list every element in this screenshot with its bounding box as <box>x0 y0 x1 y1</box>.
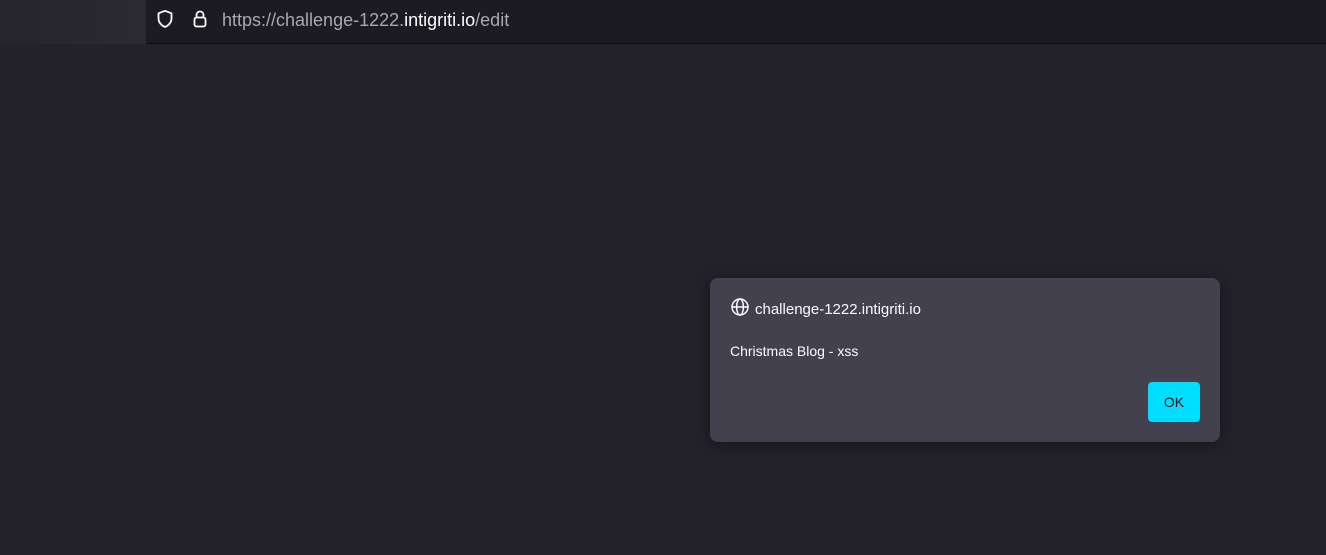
lock-icon[interactable] <box>190 9 210 29</box>
dialog-message: Christmas Blog - xss <box>730 343 859 359</box>
tab-strip-area <box>0 0 146 44</box>
address-bar[interactable]: https://challenge-1222.intigriti.io/edit <box>146 0 1326 38</box>
url-prefix: https://challenge-1222. <box>222 10 405 30</box>
dialog-header: challenge-1222.intigriti.io <box>730 297 921 322</box>
url-text[interactable]: https://challenge-1222.intigriti.io/edit <box>222 9 509 31</box>
dialog-origin: challenge-1222.intigriti.io <box>755 300 921 318</box>
browser-toolbar: https://challenge-1222.intigriti.io/edit <box>0 0 1326 44</box>
ok-button[interactable]: OK <box>1148 382 1200 422</box>
url-path: /edit <box>475 10 510 30</box>
alert-dialog: challenge-1222.intigriti.io Christmas Bl… <box>710 278 1220 442</box>
globe-icon <box>730 297 750 322</box>
shield-icon[interactable] <box>155 9 175 29</box>
url-host: intigriti.io <box>404 10 476 30</box>
